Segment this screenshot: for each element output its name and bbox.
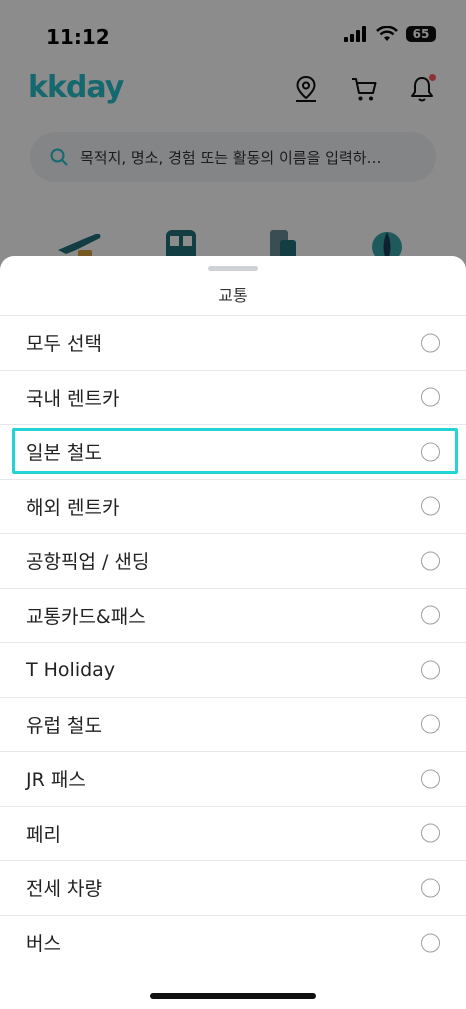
option-label: 국내 렌트카: [26, 387, 120, 410]
radio-button[interactable]: [421, 933, 440, 953]
radio-button[interactable]: [421, 605, 440, 625]
option-japan-railway[interactable]: 일본 철도: [0, 425, 466, 480]
radio-button[interactable]: [421, 660, 440, 680]
radio-button[interactable]: [421, 442, 440, 462]
radio-button[interactable]: [421, 333, 440, 353]
option-airport-transfer[interactable]: 공항픽업 / 샌딩: [0, 534, 466, 589]
option-domestic-rental-car[interactable]: 국내 렌트카: [0, 371, 466, 425]
option-label: 해외 렌트카: [26, 496, 120, 519]
option-label: 공항픽업 / 샌딩: [26, 551, 150, 574]
radio-button[interactable]: [421, 551, 440, 571]
radio-button[interactable]: [421, 387, 440, 407]
option-overseas-rental-car[interactable]: 해외 렌트카: [0, 480, 466, 534]
radio-button[interactable]: [421, 769, 440, 789]
option-label: 유럽 철도: [26, 714, 102, 737]
home-indicator: [150, 993, 316, 999]
option-europe-railway[interactable]: 유럽 철도: [0, 698, 466, 752]
radio-button[interactable]: [421, 823, 440, 843]
option-label: 일본 철도: [26, 442, 102, 465]
option-ferry[interactable]: 페리: [0, 807, 466, 861]
option-list: 모두 선택 국내 렌트카 일본 철도 해외 렌트카 공항픽업 / 샌딩 교통카드…: [0, 315, 466, 970]
option-transport-card-pass[interactable]: 교통카드&패스: [0, 589, 466, 643]
option-t-holiday[interactable]: T Holiday: [0, 643, 466, 698]
option-label: 버스: [26, 933, 61, 956]
radio-button[interactable]: [421, 496, 440, 516]
radio-button[interactable]: [421, 714, 440, 734]
option-label: 페리: [26, 823, 61, 846]
option-label: 모두 선택: [26, 333, 102, 356]
option-jr-pass[interactable]: JR 패스: [0, 752, 466, 807]
drag-handle[interactable]: [208, 266, 258, 271]
option-label: 전세 차량: [26, 878, 102, 901]
option-label: JR 패스: [26, 769, 86, 792]
option-charter-vehicle[interactable]: 전세 차량: [0, 861, 466, 916]
sheet-title: 교통: [218, 286, 248, 305]
radio-button[interactable]: [421, 878, 440, 898]
option-label: 교통카드&패스: [26, 605, 146, 628]
filter-bottom-sheet: 교통 모두 선택 국내 렌트카 일본 철도 해외 렌트카 공항픽업 / 샌딩 교…: [0, 256, 466, 1009]
option-label: T Holiday: [26, 658, 116, 681]
option-select-all[interactable]: 모두 선택: [0, 316, 466, 371]
option-bus[interactable]: 버스: [0, 916, 466, 971]
